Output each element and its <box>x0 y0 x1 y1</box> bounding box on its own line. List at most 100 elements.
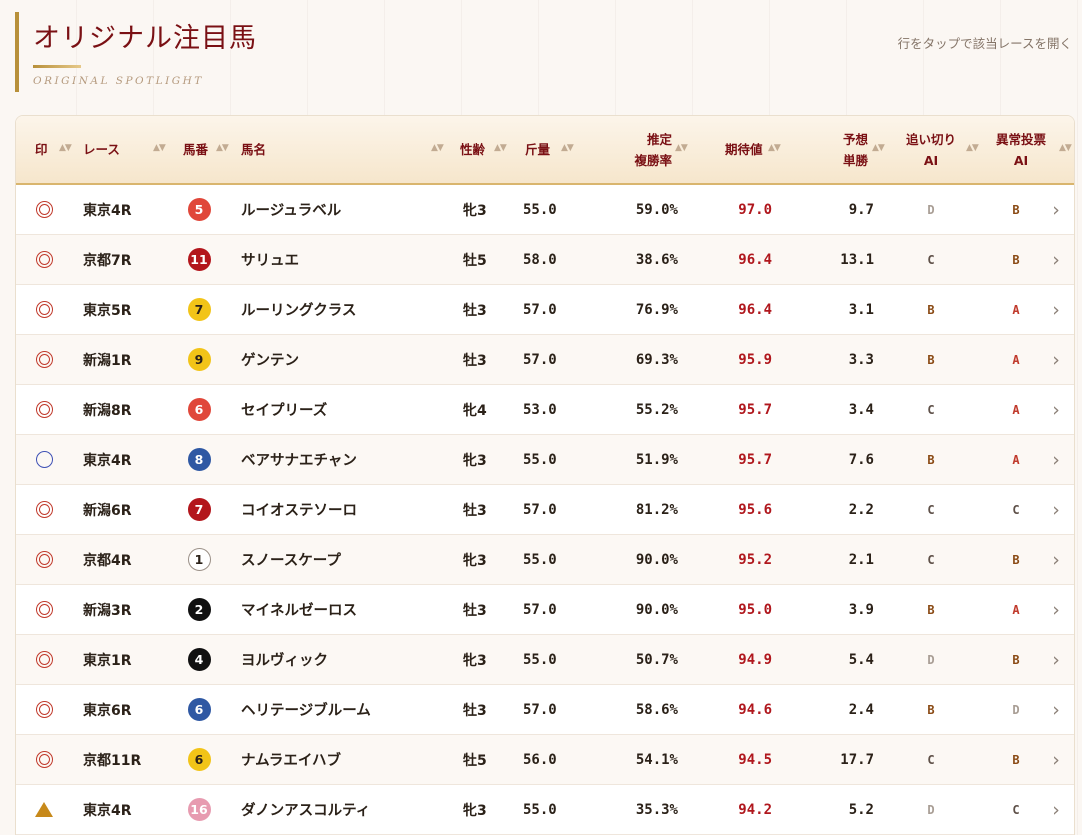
win-odds-cell: 5.2 <box>848 801 874 818</box>
header-odds-line1: 予想 <box>842 131 868 147</box>
chevron-right-icon[interactable]: › <box>1049 535 1063 584</box>
chevron-right-icon[interactable]: › <box>1049 185 1063 234</box>
horse-number-badge: 6 <box>187 698 211 721</box>
horse-name-cell: ダノンアスコルティ <box>241 803 371 819</box>
win-odds-cell: 2.4 <box>848 701 874 718</box>
header-ai-vote[interactable]: 異常投票 AI <box>986 116 1056 183</box>
double-circle-mark-icon <box>35 601 53 618</box>
header-ev-label: 期待値 <box>725 142 763 157</box>
workout-ai-grade: D <box>927 652 935 667</box>
chevron-right-icon[interactable]: › <box>1049 285 1063 334</box>
workout-ai-grade: B <box>927 352 935 367</box>
sort-icon[interactable]: ▲▼ <box>216 143 229 153</box>
header-ev[interactable]: 期待値 <box>725 116 763 183</box>
horse-number-cell: 2 <box>187 585 211 634</box>
table-row[interactable]: 東京6R 6 ヘリテージブルーム 牡3 57.0 58.6% 94.6 2.4 B D › <box>16 685 1074 735</box>
double-circle-mark-icon <box>35 501 53 518</box>
header-odds[interactable]: 予想 単勝 <box>816 116 868 183</box>
vote-ai-grade: B <box>1012 252 1020 267</box>
chevron-right-icon[interactable]: › <box>1049 735 1063 784</box>
header-num[interactable]: 馬番 <box>183 116 208 183</box>
horse-number-badge: 7 <box>187 498 211 521</box>
place-rate-cell: 90.0% <box>635 551 678 568</box>
chevron-right-icon[interactable]: › <box>1049 485 1063 534</box>
horse-number-cell: 5 <box>187 185 211 234</box>
place-rate-cell: 90.0% <box>635 601 678 618</box>
table-header: 印 ▲▼ レース ▲▼ 馬番 ▲▼ 馬名 ▲▼ 性齢 ▲▼ 斤量 ▲▼ 推定 複勝… <box>16 116 1074 185</box>
table-row[interactable]: 京都4R 1 スノースケープ 牝3 55.0 90.0% 95.2 2.1 C B › <box>16 535 1074 585</box>
sort-icon[interactable]: ▲▼ <box>59 143 72 153</box>
workout-ai-grade: C <box>927 552 935 567</box>
table-row[interactable]: 新潟8R 6 セイプリーズ 牝4 53.0 55.2% 95.7 3.4 C A › <box>16 385 1074 435</box>
chevron-right-icon[interactable]: › <box>1049 585 1063 634</box>
win-odds-cell: 2.1 <box>848 551 874 568</box>
table-row[interactable]: 東京4R 8 ベアサナエチャン 牝3 55.0 51.9% 95.7 7.6 B A › <box>16 435 1074 485</box>
horse-number-badge: 5 <box>187 198 211 221</box>
sort-icon[interactable]: ▲▼ <box>431 143 444 153</box>
page-title: オリジナル注目馬 <box>33 23 257 54</box>
chevron-right-icon[interactable]: › <box>1049 635 1063 684</box>
sex-age-cell: 牡3 <box>463 352 487 369</box>
sort-icon[interactable]: ▲▼ <box>872 143 885 153</box>
horse-number-badge: 2 <box>187 598 211 621</box>
header-race[interactable]: レース <box>83 116 120 183</box>
place-rate-cell: 51.9% <box>635 451 678 468</box>
horse-name-cell: コイオステソーロ <box>241 503 357 519</box>
sort-icon[interactable]: ▲▼ <box>1059 143 1072 153</box>
table-row[interactable]: 新潟3R 2 マイネルゼーロス 牡3 57.0 90.0% 95.0 3.9 B A › <box>16 585 1074 635</box>
horse-number-badge: 6 <box>187 748 211 771</box>
chevron-right-icon[interactable]: › <box>1049 435 1063 484</box>
expected-value-cell: 94.6 <box>738 701 772 718</box>
sort-icon[interactable]: ▲▼ <box>494 143 507 153</box>
sort-icon[interactable]: ▲▼ <box>561 143 574 153</box>
table-row[interactable]: 新潟1R 9 ゲンテン 牡3 57.0 69.3% 95.9 3.3 B A › <box>16 335 1074 385</box>
table-row[interactable]: 東京4R 5 ルージュラベル 牝3 55.0 59.0% 97.0 9.7 D B › <box>16 185 1074 235</box>
chevron-right-icon[interactable]: › <box>1049 385 1063 434</box>
race-cell: 東京1R <box>83 652 132 669</box>
header-name[interactable]: 馬名 <box>241 116 266 183</box>
vote-ai-grade: A <box>1012 402 1020 417</box>
place-rate-cell: 58.6% <box>635 701 678 718</box>
weight-cell: 57.0 <box>523 601 557 618</box>
header-odds-line2: 単勝 <box>842 152 868 168</box>
sort-icon[interactable]: ▲▼ <box>966 143 979 153</box>
chevron-right-icon[interactable]: › <box>1049 685 1063 734</box>
workout-ai-grade: B <box>927 602 935 617</box>
workout-ai-grade: C <box>927 502 935 517</box>
win-odds-cell: 3.3 <box>848 351 874 368</box>
table-row[interactable]: 東京4R 16 ダノンアスコルティ 牝3 55.0 35.3% 94.2 5.2 D C › <box>16 785 1074 835</box>
weight-cell: 53.0 <box>523 401 557 418</box>
sort-icon[interactable]: ▲▼ <box>768 143 781 153</box>
horse-number-badge: 11 <box>187 248 211 271</box>
horse-number-cell: 4 <box>187 635 211 684</box>
mark-cell <box>35 385 53 434</box>
header-ai-workout[interactable]: 追い切り AI <box>896 116 966 183</box>
table-row[interactable]: 新潟6R 7 コイオステソーロ 牡3 57.0 81.2% 95.6 2.2 C C › <box>16 485 1074 535</box>
race-cell: 京都4R <box>83 552 132 569</box>
horse-name-cell: ナムラエイハブ <box>241 753 342 769</box>
sort-icon[interactable]: ▲▼ <box>675 143 688 153</box>
horse-number-cell: 11 <box>187 235 211 284</box>
header-weight[interactable]: 斤量 <box>525 116 550 183</box>
workout-ai-grade: D <box>927 802 935 817</box>
header-mark[interactable]: 印 <box>35 116 48 183</box>
win-odds-cell: 17.7 <box>840 751 874 768</box>
header-sexage-label: 性齢 <box>460 142 486 157</box>
table-row[interactable]: 東京1R 4 ヨルヴィック 牝3 55.0 50.7% 94.9 5.4 D B › <box>16 635 1074 685</box>
mark-cell <box>35 435 53 484</box>
header-rate[interactable]: 推定 複勝率 <box>616 116 672 183</box>
table-row[interactable]: 東京5R 7 ルーリングクラス 牡3 57.0 76.9% 96.4 3.1 B A › <box>16 285 1074 335</box>
header-sexage[interactable]: 性齢 <box>460 116 485 183</box>
chevron-right-icon[interactable]: › <box>1049 335 1063 384</box>
table-row[interactable]: 京都11R 6 ナムラエイハブ 牡5 56.0 54.1% 94.5 17.7 C B › <box>16 735 1074 785</box>
chevron-right-icon[interactable]: › <box>1049 785 1063 834</box>
horse-number-badge: 16 <box>187 798 211 821</box>
sort-icon[interactable]: ▲▼ <box>153 143 166 153</box>
win-odds-cell: 5.4 <box>848 651 874 668</box>
sex-age-cell: 牝3 <box>463 802 487 819</box>
chevron-right-icon[interactable]: › <box>1049 235 1063 284</box>
race-cell: 新潟6R <box>83 502 132 519</box>
table-row[interactable]: 京都7R 11 サリュエ 牡5 58.0 38.6% 96.4 13.1 C B › <box>16 235 1074 285</box>
horse-number-cell: 6 <box>187 385 211 434</box>
race-cell: 東京4R <box>83 202 132 219</box>
